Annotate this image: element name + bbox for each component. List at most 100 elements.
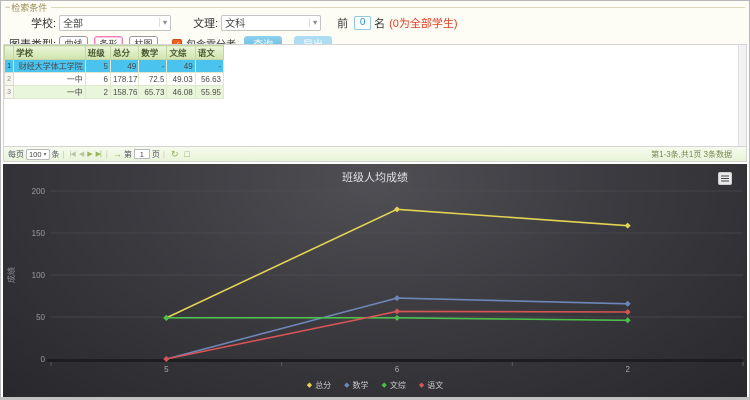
table-cell: - (195, 60, 223, 73)
data-grid: 学校班级总分数学文综语文 1财经大学体工学院549-49-2一中6178.177… (3, 44, 747, 162)
legend-label: 总分 (315, 380, 331, 391)
table-cell: 财经大学体工学院 (14, 60, 86, 73)
pager-separator: | (63, 150, 65, 159)
school-select-value: 全部 (63, 15, 83, 30)
svg-text:5: 5 (164, 365, 169, 374)
svg-text:0: 0 (41, 355, 46, 364)
pager-summary: 第1-3条,共1页 3条数据 (651, 149, 742, 160)
svg-text:50: 50 (36, 313, 45, 322)
page-suffix: 页 (152, 149, 160, 160)
chart-legend: ◆总分◆数学◆文综◆语文 (3, 380, 747, 391)
column-header-6[interactable]: 语文 (195, 46, 223, 60)
fieldset-header: − 检索条件 (1, 1, 749, 11)
per-page-unit: 条 (52, 149, 60, 160)
legend-marker-icon: ◆ (307, 382, 312, 389)
column-header-5[interactable]: 文综 (167, 46, 195, 60)
legend-marker-icon: ◆ (382, 382, 387, 389)
per-page-select[interactable]: 100 ▾ (26, 149, 50, 160)
table-cell: 6 (85, 73, 110, 86)
top-n-input[interactable] (354, 16, 371, 30)
table-cell: 46.08 (167, 86, 195, 99)
legend-item-文综[interactable]: ◆文综 (382, 380, 406, 391)
table-cell: 65.73 (139, 86, 167, 99)
next-page-icon[interactable]: ▶ (87, 150, 91, 158)
svg-text:100: 100 (32, 271, 46, 280)
legend-marker-icon: ◆ (344, 382, 349, 389)
search-form: − 检索条件 学校: 全部 ▾ 文理: 文科 ▾ 前 名 (0为全部学生) 图表… (1, 1, 749, 44)
form-row-filters: 学校: 全部 ▾ 文理: 文科 ▾ 前 名 (0为全部学生) (31, 14, 749, 31)
expand-icon[interactable]: □ (185, 149, 190, 159)
table-cell: 2 (85, 86, 110, 99)
table-cell: 5 (85, 60, 110, 73)
first-page-icon[interactable]: |◀ (70, 150, 75, 158)
table-cell: 49 (167, 60, 195, 73)
table-row[interactable]: 2一中6178.1772.549.0356.63 (5, 73, 224, 86)
stream-select[interactable]: 文科 ▾ (221, 15, 321, 31)
table-cell: 一中 (14, 73, 86, 86)
top-n-label: 前 (337, 15, 348, 31)
svg-text:6: 6 (395, 365, 400, 374)
fieldset-legend: 检索条件 (11, 1, 47, 14)
grid-scrollbar[interactable] (738, 45, 746, 146)
table-row[interactable]: 1财经大学体工学院549-49- (5, 60, 224, 73)
chart-panel: 班级人均成绩 050100150200成绩562 ◆总分◆数学◆文综◆语文 (3, 164, 747, 398)
series-数学 (163, 295, 630, 362)
legend-item-语文[interactable]: ◆语文 (419, 380, 443, 391)
table-cell: 49 (110, 60, 138, 73)
stream-label: 文理: (193, 15, 218, 31)
row-number: 1 (5, 60, 14, 73)
column-header-3[interactable]: 总分 (110, 46, 138, 60)
top-n-hint: (0为全部学生) (389, 15, 457, 31)
chevron-down-icon: ▾ (159, 18, 167, 27)
chart-canvas: 0 50 100 150 200 成绩 5 6 2 (3, 164, 749, 398)
column-header-1[interactable]: 学校 (14, 46, 86, 60)
column-header-2[interactable]: 班级 (85, 46, 110, 60)
page-prefix: 第 (124, 149, 132, 160)
pager-bar: 每页 100 ▾ 条 | |◀ ◀ ▶ ▶| | → 第 页 | ↻ □ 第1-… (4, 146, 746, 161)
refresh-icon[interactable]: ↻ (171, 149, 179, 160)
table-cell: 49.03 (167, 73, 195, 86)
table-cell: - (139, 60, 167, 73)
svg-text:200: 200 (32, 187, 46, 196)
table-row[interactable]: 3一中2158.7665.7346.0855.95 (5, 86, 224, 99)
table-cell: 56.63 (195, 73, 223, 86)
column-header-4[interactable]: 数学 (139, 46, 167, 60)
series-文综 (163, 315, 630, 323)
fieldset-divider (51, 7, 745, 8)
legend-label: 语文 (427, 380, 443, 391)
collapse-icon[interactable]: − (5, 3, 10, 11)
pager-separator: | (106, 150, 108, 159)
last-page-icon[interactable]: ▶| (96, 150, 101, 158)
row-number-header (5, 46, 14, 60)
svg-text:成绩: 成绩 (6, 267, 16, 283)
page-number-input[interactable] (134, 149, 150, 159)
series-总分 (163, 206, 630, 321)
goto-page-icon: → (113, 149, 122, 159)
svg-text:150: 150 (32, 229, 46, 238)
pager-separator: | (163, 150, 165, 159)
row-number: 2 (5, 73, 14, 86)
table-header: 学校班级总分数学文综语文 (5, 46, 224, 60)
school-label: 学校: (31, 15, 56, 31)
legend-item-总分[interactable]: ◆总分 (307, 380, 331, 391)
chevron-down-icon: ▾ (44, 151, 47, 158)
legend-label: 数学 (353, 380, 369, 391)
legend-marker-icon: ◆ (419, 382, 424, 389)
legend-label: 文综 (390, 380, 406, 391)
chevron-down-icon: ▾ (309, 18, 317, 27)
top-n-unit: 名 (374, 15, 385, 31)
table-cell: 55.95 (195, 86, 223, 99)
per-page-value: 100 (29, 150, 42, 159)
score-table: 学校班级总分数学文综语文 1财经大学体工学院549-49-2一中6178.177… (4, 45, 224, 99)
per-page-label: 每页 (8, 149, 24, 160)
legend-item-数学[interactable]: ◆ 数学 (344, 380, 368, 391)
svg-text:2: 2 (625, 365, 630, 374)
table-cell: 一中 (14, 86, 86, 99)
table-cell: 158.76 (110, 86, 138, 99)
stream-select-value: 文科 (225, 15, 245, 30)
school-select[interactable]: 全部 ▾ (59, 15, 171, 31)
row-number: 3 (5, 86, 14, 99)
prev-page-icon[interactable]: ◀ (79, 150, 83, 158)
table-cell: 72.5 (139, 73, 167, 86)
app-window: − 检索条件 学校: 全部 ▾ 文理: 文科 ▾ 前 名 (0为全部学生) 图表… (0, 0, 750, 400)
